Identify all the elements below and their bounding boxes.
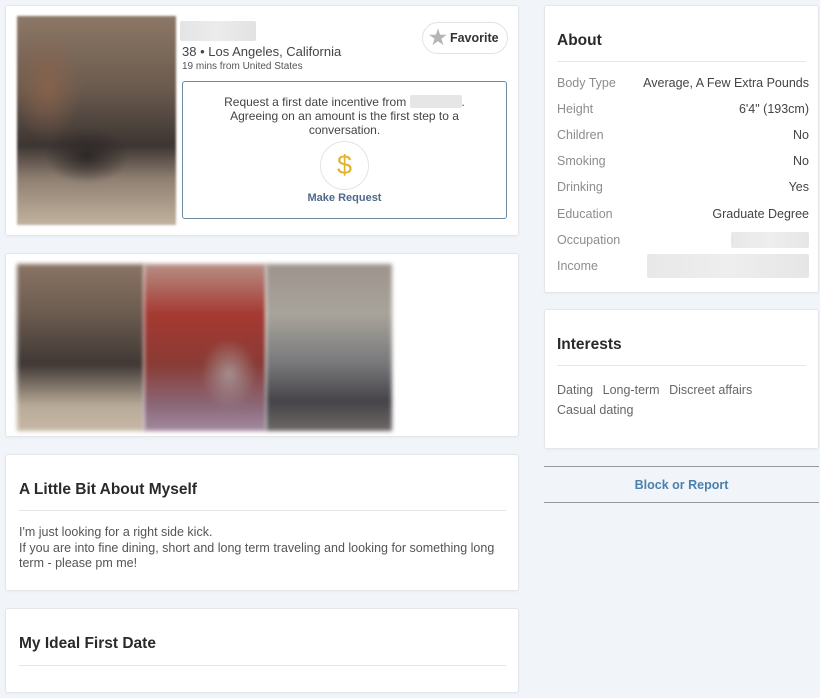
section-title: A Little Bit About Myself [19,481,197,498]
star-icon: ★ [429,27,447,49]
date-incentive-box: Request a first date incentive from . Ag… [182,81,507,219]
interest-item: Long-term [602,383,660,397]
dollar-icon: $ [336,150,353,180]
about-label: Children [557,128,604,142]
about-row-drinking: Drinking Yes [557,177,809,197]
occupation-redacted [731,232,809,248]
redacted-name [409,95,462,108]
interest-item: Discreet affairs [669,383,753,397]
divider [557,61,806,62]
block-or-report-link[interactable]: Block or Report [544,466,819,503]
about-card: About Body Type Average, A Few Extra Pou… [544,5,819,293]
about-row-body-type: Body Type Average, A Few Extra Pounds [557,73,809,93]
about-row-occupation: Occupation [557,230,809,250]
profile-name-redacted [180,21,256,41]
request-text-start: Request a first date incentive from [224,95,410,109]
favorite-label: Favorite [449,31,499,45]
about-row-income: Income [557,254,809,278]
about-value: 6'4" (193cm) [738,102,809,116]
about-label: Occupation [557,233,621,247]
about-value: No [793,154,809,168]
request-text: Request a first date incentive from . Ag… [183,95,506,137]
make-request-button[interactable]: $ [320,141,369,190]
photo-gallery [5,253,519,437]
about-value: No [793,128,809,142]
divider [19,665,506,666]
gallery-photo[interactable] [144,264,266,431]
age-location: 38 • Los Angeles, California [182,44,342,59]
about-line: If you are into fine dining, short and l… [19,540,495,571]
gallery-photo[interactable] [17,264,144,431]
interest-item: Casual dating [557,403,634,417]
about-label: Income [557,259,598,273]
about-value: Graduate Degree [712,207,809,221]
about-label: Education [557,207,613,221]
about-row-children: Children No [557,125,809,145]
about-value: Yes [788,180,809,194]
about-row-height: Height 6'4" (193cm) [557,99,809,119]
divider [557,365,806,366]
about-label: Smoking [557,154,606,168]
last-seen: 19 mins from United States [182,61,303,72]
about-row-smoking: Smoking No [557,151,809,171]
about-row-education: Education Graduate Degree [557,204,809,224]
ideal-first-date-card: My Ideal First Date [5,608,519,693]
interest-item: Dating [557,383,594,397]
make-request-link[interactable]: Make Request [183,192,506,204]
gallery-photo[interactable] [266,264,392,431]
section-title: About [557,32,602,49]
about-myself-card: A Little Bit About Myself I'm just looki… [5,454,519,591]
profile-card: 38 • Los Angeles, California 19 mins fro… [5,5,519,236]
interests-list: Dating Long-term Discreet affairs Casual… [557,380,797,420]
about-line: I'm just looking for a right side kick. [19,525,213,539]
favorite-button[interactable]: ★ Favorite [422,22,508,54]
about-label: Height [557,102,594,116]
about-label: Body Type [557,76,616,90]
interests-card: Interests Dating Long-term Discreet affa… [544,309,819,449]
about-myself-text: I'm just looking for a right side kick. … [19,525,514,572]
section-title: Interests [557,336,622,353]
profile-photo[interactable] [17,16,176,225]
divider [19,510,506,511]
about-value: Average, A Few Extra Pounds [643,76,809,90]
about-label: Drinking [557,180,603,194]
section-title: My Ideal First Date [19,635,156,652]
income-redacted [647,254,809,278]
